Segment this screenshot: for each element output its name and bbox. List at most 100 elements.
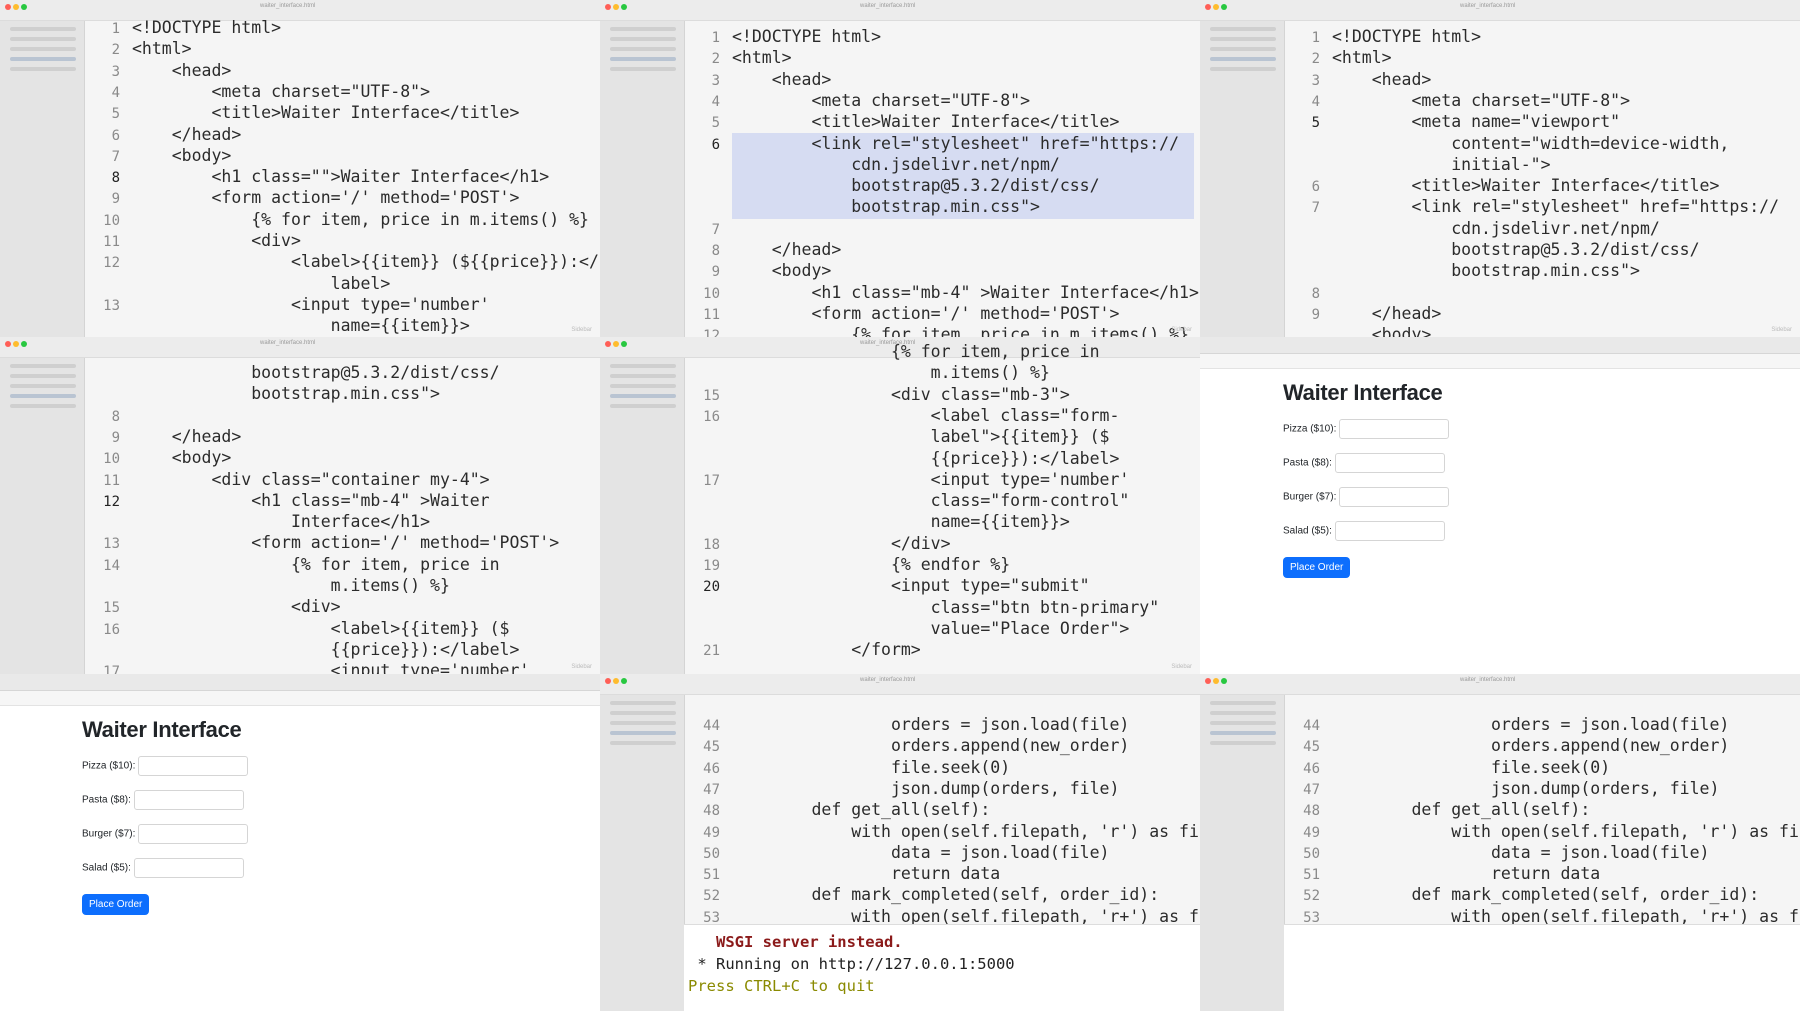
- form-row-pizza: Pizza ($10):: [1283, 419, 1450, 439]
- line-number: 10: [703, 285, 720, 302]
- line-number: 13: [103, 536, 120, 553]
- code-line: m.items() %}: [732, 363, 1050, 383]
- quantity-input[interactable]: [133, 858, 244, 878]
- close-icon[interactable]: [5, 341, 11, 347]
- quantity-input[interactable]: [1334, 521, 1445, 541]
- editor-pane-1[interactable]: waiter_interface.html 1 <!DOCTYPE html> 2 <…: [0, 0, 600, 337]
- code-line: with open(self.filepath, 'r') as file:: [732, 821, 1200, 841]
- code-line: bootstrap@5.3.2/dist/css/: [132, 363, 500, 382]
- quantity-input[interactable]: [138, 756, 249, 776]
- quantity-input[interactable]: [1339, 419, 1450, 439]
- close-icon[interactable]: [1205, 4, 1211, 10]
- zoom-icon[interactable]: [21, 4, 27, 10]
- zoom-icon[interactable]: [621, 4, 627, 10]
- line-number: 9: [111, 191, 120, 208]
- code-line: cdn.jsdelivr.net/npm/: [732, 154, 1060, 174]
- code-editor[interactable]: 44 orders = json.load(file) 45 orders.app…: [1284, 674, 1800, 926]
- code-line: <form action='/' method='POST'>: [732, 303, 1120, 323]
- zoom-icon[interactable]: [1221, 678, 1227, 684]
- minimize-icon[interactable]: [613, 341, 619, 347]
- file-sidebar[interactable]: [600, 358, 685, 674]
- place-order-button[interactable]: Place Order: [82, 894, 150, 915]
- code-line: class="form-control": [732, 491, 1130, 511]
- code-line: <body>: [132, 448, 232, 468]
- code-editor[interactable]: 1 <!DOCTYPE html> 2 <html> 3 <head> 4 <meta c…: [684, 0, 1200, 337]
- minimize-icon[interactable]: [613, 678, 619, 684]
- address-bar[interactable]: [1200, 354, 1800, 369]
- address-bar[interactable]: [0, 691, 600, 706]
- editor-pane-8[interactable]: waiter_interface.html 44 orders = json.l…: [600, 674, 1200, 1011]
- terminal-line: Press CTRL+C to quit: [688, 977, 875, 995]
- code-line: bootstrap.min.css">: [132, 384, 440, 404]
- zoom-icon[interactable]: [1221, 4, 1227, 10]
- zoom-icon[interactable]: [621, 678, 627, 684]
- code-line: bootstrap.min.css">: [732, 197, 1040, 217]
- code-line: </head>: [732, 240, 842, 259]
- code-editor[interactable]: 1 <!DOCTYPE html> 2 <html> 3 <head> 4 <meta c…: [1284, 0, 1800, 337]
- zoom-icon[interactable]: [21, 341, 27, 347]
- terminal-panel[interactable]: WSGI server instead. * Running on http:/…: [684, 924, 1200, 1011]
- editor-pane-9[interactable]: waiter_interface.html 44 orders = json.l…: [1200, 674, 1800, 1011]
- code-editor[interactable]: 1 <!DOCTYPE html> 2 <html> 3 <head> 4 <meta c…: [84, 0, 600, 337]
- line-number: 49: [1303, 824, 1320, 841]
- file-sidebar[interactable]: [1200, 21, 1285, 337]
- quantity-input[interactable]: [133, 790, 244, 810]
- minimize-icon[interactable]: [613, 4, 619, 10]
- code-line: <title>Waiter Interface</title>: [732, 112, 1120, 132]
- code-line: name={{item}}>: [132, 316, 470, 336]
- code-line: <html>: [132, 39, 192, 59]
- line-number: 9: [1311, 306, 1320, 323]
- close-icon[interactable]: [605, 341, 611, 347]
- code-editor[interactable]: bootstrap@5.3.2/dist/css/ bootstrap.min.…: [84, 337, 600, 674]
- code-line: <h1 class="">Waiter Interface</h1>: [132, 167, 550, 187]
- zoom-icon[interactable]: [621, 341, 627, 347]
- file-sidebar[interactable]: [600, 21, 685, 337]
- code-line: {{price}}):</label>: [732, 448, 1120, 468]
- line-number: 16: [703, 408, 720, 425]
- code-line: bootstrap@5.3.2/dist/css/: [732, 176, 1100, 196]
- terminal-panel[interactable]: [1284, 924, 1800, 1011]
- code-line: <div class="container my-4">: [132, 469, 490, 489]
- browser-pane-1[interactable]: Waiter Interface Pizza ($10): Pasta ($8)…: [1200, 337, 1800, 674]
- code-line: cdn.jsdelivr.net/npm/: [1332, 218, 1660, 238]
- browser-tab-bar[interactable]: [1200, 337, 1800, 354]
- file-sidebar[interactable]: [0, 358, 85, 674]
- close-icon[interactable]: [1205, 678, 1211, 684]
- quantity-input[interactable]: [1339, 487, 1450, 507]
- close-icon[interactable]: [605, 4, 611, 10]
- code-editor[interactable]: {% for item, price in m.items() %} 15 <di…: [684, 337, 1200, 674]
- line-number: 51: [1303, 867, 1320, 884]
- quantity-input[interactable]: [1334, 453, 1445, 473]
- place-order-button[interactable]: Place Order: [1283, 557, 1351, 578]
- browser-tab-bar[interactable]: [0, 674, 600, 691]
- code-line: <body>: [132, 145, 232, 165]
- file-sidebar[interactable]: [0, 21, 85, 337]
- minimize-icon[interactable]: [1213, 4, 1219, 10]
- code-line: <meta charset="UTF-8">: [732, 90, 1031, 110]
- code-editor[interactable]: 44 orders = json.load(file) 45 orders.app…: [684, 674, 1200, 926]
- status-badge: Sidebar: [571, 664, 592, 670]
- editor-pane-2[interactable]: waiter_interface.html 1 <!DOCTYPE html> 2 <…: [600, 0, 1200, 337]
- line-number: 48: [1303, 803, 1320, 820]
- close-icon[interactable]: [5, 4, 11, 10]
- line-number: 19: [703, 558, 720, 574]
- line-number: 5: [111, 106, 120, 123]
- quantity-input[interactable]: [138, 824, 249, 844]
- browser-pane-2[interactable]: Waiter Interface Pizza ($10): Pasta ($8)…: [0, 674, 600, 1011]
- minimize-icon[interactable]: [13, 4, 19, 10]
- close-icon[interactable]: [605, 678, 611, 684]
- minimize-icon[interactable]: [13, 341, 19, 347]
- editor-pane-5[interactable]: waiter_interface.html {% for item, price…: [600, 337, 1200, 674]
- editor-pane-3[interactable]: waiter_interface.html 1 <!DOCTYPE html> 2 <…: [1200, 0, 1800, 337]
- line-number: 12: [103, 255, 120, 272]
- file-sidebar[interactable]: [600, 695, 685, 1011]
- line-number: 16: [103, 621, 120, 638]
- code-line: orders.append(new_order): [732, 736, 1130, 756]
- line-number: 14: [103, 557, 120, 574]
- minimize-icon[interactable]: [1213, 678, 1219, 684]
- line-number: 11: [103, 472, 120, 489]
- line-number: 7: [1311, 200, 1320, 217]
- code-line: json.dump(orders, file): [732, 778, 1120, 798]
- editor-pane-4[interactable]: waiter_interface.html bootstrap@5.3.2/di…: [0, 337, 600, 674]
- file-sidebar[interactable]: [1200, 695, 1285, 1011]
